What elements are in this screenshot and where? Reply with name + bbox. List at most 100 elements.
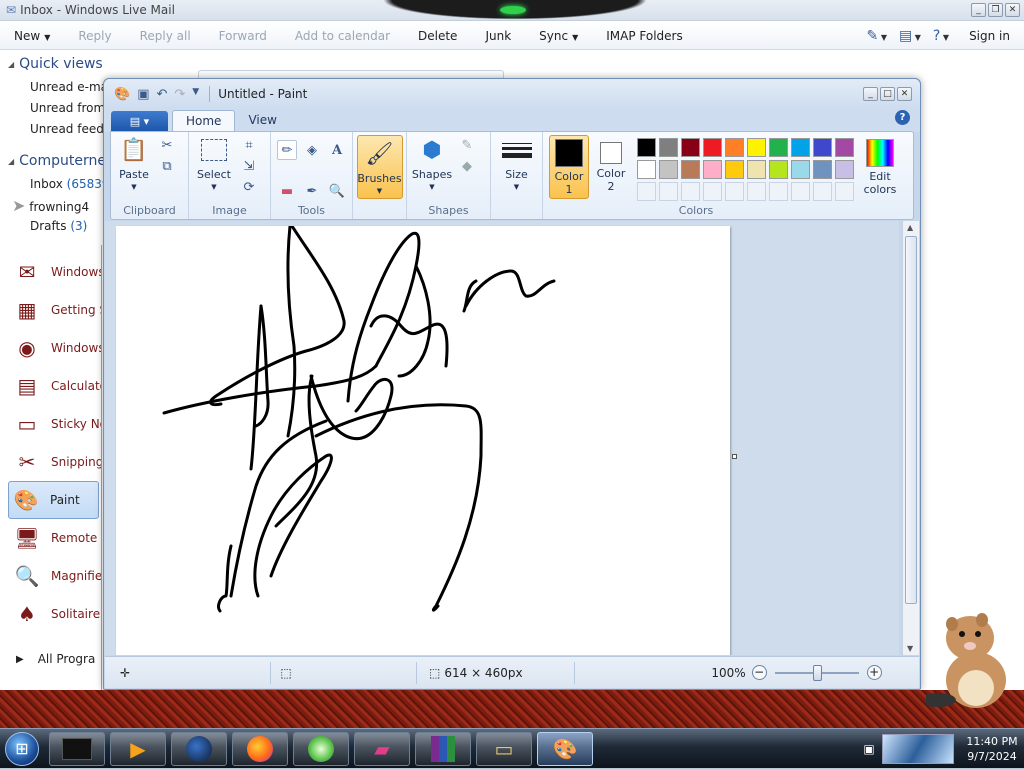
quick-views-header[interactable]: ◢ Quick views: [0, 51, 110, 77]
restore-button[interactable]: ❐: [988, 3, 1003, 17]
scroll-thumb[interactable]: [905, 236, 917, 604]
palette-color-swatch[interactable]: [681, 160, 700, 179]
tab-view[interactable]: View: [235, 110, 289, 132]
cut-icon[interactable]: ✂: [157, 135, 177, 155]
paint-minimize-button[interactable]: _: [863, 87, 878, 101]
taskbar-app-folder[interactable]: ▭: [476, 731, 532, 766]
pencil-icon[interactable]: ✏: [277, 140, 297, 160]
palette-custom-slot[interactable]: [813, 182, 832, 201]
crop-icon[interactable]: ⌗: [239, 135, 259, 155]
resize-icon[interactable]: ⇲: [239, 156, 259, 176]
paint-maximize-button[interactable]: □: [880, 87, 895, 101]
customize-quick-access-icon[interactable]: ▼: [192, 87, 199, 102]
paint-close-button[interactable]: ✕: [897, 87, 912, 101]
palette-custom-slot[interactable]: [835, 182, 854, 201]
canvas-resize-handle[interactable]: [732, 454, 737, 459]
start-menu-item[interactable]: 🔍 Magnifier: [0, 557, 101, 595]
zoom-slider-thumb[interactable]: [812, 664, 822, 681]
vertical-scrollbar[interactable]: ▲ ▼: [902, 221, 919, 655]
eraser-icon[interactable]: ▬: [277, 181, 297, 201]
start-menu-item[interactable]: 🖥 Remote D: [0, 519, 101, 557]
palette-custom-slot[interactable]: [769, 182, 788, 201]
start-menu-item[interactable]: ✉ Windows: [0, 253, 101, 291]
palette-custom-slot[interactable]: [681, 182, 700, 201]
palette-color-swatch[interactable]: [835, 138, 854, 157]
taskbar-app-globe[interactable]: [171, 731, 227, 766]
size-button[interactable]: Size ▼: [501, 132, 532, 219]
quick-view-item[interactable]: Unread from c: [0, 98, 110, 119]
palette-color-swatch[interactable]: [813, 138, 832, 157]
start-menu-item[interactable]: ▭ Sticky Not: [0, 405, 101, 443]
taskbar-app-media[interactable]: ▰: [354, 731, 410, 766]
color-picker-icon[interactable]: ✒: [302, 181, 322, 201]
scroll-up-icon[interactable]: ▲: [907, 223, 913, 232]
fill-icon[interactable]: ◆: [457, 156, 477, 176]
palette-color-swatch[interactable]: [835, 160, 854, 179]
taskbar-app-black-box[interactable]: [49, 731, 105, 766]
copy-icon[interactable]: ⧉: [157, 156, 177, 176]
start-menu-item[interactable]: ✂ Snipping: [0, 443, 101, 481]
layout-menu-icon[interactable]: ▤ ▼: [899, 28, 921, 44]
drawing-canvas[interactable]: [116, 224, 730, 655]
start-menu-item[interactable]: ◉ Windows: [0, 329, 101, 367]
reply-button[interactable]: Reply: [64, 29, 125, 43]
sync-button[interactable]: Sync ▼: [525, 29, 592, 43]
inbox-folder[interactable]: Inbox (65839): [0, 174, 110, 195]
palette-color-swatch[interactable]: [725, 160, 744, 179]
frowning-folder[interactable]: ➤ frowning4: [0, 195, 110, 216]
taskbar-app-green[interactable]: [293, 731, 349, 766]
all-programs-item[interactable]: ▶ All Progra: [0, 648, 102, 670]
start-menu-item[interactable]: ▤ Calculato: [0, 367, 101, 405]
reply-all-button[interactable]: Reply all: [126, 29, 205, 43]
brushes-button[interactable]: 🖌 Brushes ▼: [356, 135, 403, 199]
zoom-slider[interactable]: [774, 664, 859, 681]
help-icon[interactable]: ?: [895, 110, 910, 125]
undo-icon[interactable]: ↶: [156, 87, 167, 102]
palette-custom-slot[interactable]: [703, 182, 722, 201]
account-header[interactable]: ◢ Computerne: [0, 148, 110, 174]
palette-custom-slot[interactable]: [659, 182, 678, 201]
sign-in-link[interactable]: Sign in: [955, 29, 1024, 43]
taskbar-app-paint[interactable]: 🎨: [537, 731, 593, 766]
palette-custom-slot[interactable]: [791, 182, 810, 201]
new-button[interactable]: New ▼: [0, 29, 64, 43]
clock[interactable]: 11:40 PM 9/7/2024: [960, 734, 1024, 764]
forward-button[interactable]: Forward: [205, 29, 281, 43]
color2-button[interactable]: Color 2: [591, 135, 631, 199]
palette-color-swatch[interactable]: [637, 160, 656, 179]
help-menu-icon[interactable]: ? ▼: [933, 28, 949, 44]
edit-colors-button[interactable]: Edit colors: [860, 135, 900, 199]
taskbar-app-firefox[interactable]: [232, 731, 288, 766]
palette-color-swatch[interactable]: [769, 160, 788, 179]
palette-color-swatch[interactable]: [659, 160, 678, 179]
palette-color-swatch[interactable]: [769, 138, 788, 157]
drafts-folder[interactable]: Drafts (3): [0, 216, 110, 237]
taskbar-app-winrar[interactable]: [415, 731, 471, 766]
start-menu-item[interactable]: 🎨 Paint: [8, 481, 99, 519]
minimize-button[interactable]: _: [971, 3, 986, 17]
add-to-calendar-button[interactable]: Add to calendar: [281, 29, 404, 43]
outline-icon[interactable]: ✎: [457, 135, 477, 155]
start-menu-item[interactable]: ▦ Getting St: [0, 291, 101, 329]
close-button[interactable]: ✕: [1005, 3, 1020, 17]
redo-icon[interactable]: ↷: [174, 87, 185, 102]
palette-color-swatch[interactable]: [659, 138, 678, 157]
palette-custom-slot[interactable]: [637, 182, 656, 201]
start-button[interactable]: ⊞: [0, 729, 44, 769]
palette-custom-slot[interactable]: [725, 182, 744, 201]
quick-view-item[interactable]: Unread e-mai: [0, 77, 110, 98]
palette-color-swatch[interactable]: [813, 160, 832, 179]
palette-custom-slot[interactable]: [747, 182, 766, 201]
palette-color-swatch[interactable]: [725, 138, 744, 157]
zoom-out-button[interactable]: −: [751, 665, 767, 680]
color1-button[interactable]: Color 1: [549, 135, 589, 199]
palette-color-swatch[interactable]: [747, 138, 766, 157]
delete-button[interactable]: Delete: [404, 29, 471, 43]
palette-color-swatch[interactable]: [703, 160, 722, 179]
tray-network-icon[interactable]: ▣: [860, 740, 878, 758]
zoom-in-button[interactable]: +: [866, 665, 882, 680]
scroll-down-icon[interactable]: ▼: [907, 644, 913, 653]
quick-view-item[interactable]: Unread feeds: [0, 119, 110, 140]
save-icon[interactable]: ▣: [137, 87, 149, 102]
junk-button[interactable]: Junk: [471, 29, 525, 43]
